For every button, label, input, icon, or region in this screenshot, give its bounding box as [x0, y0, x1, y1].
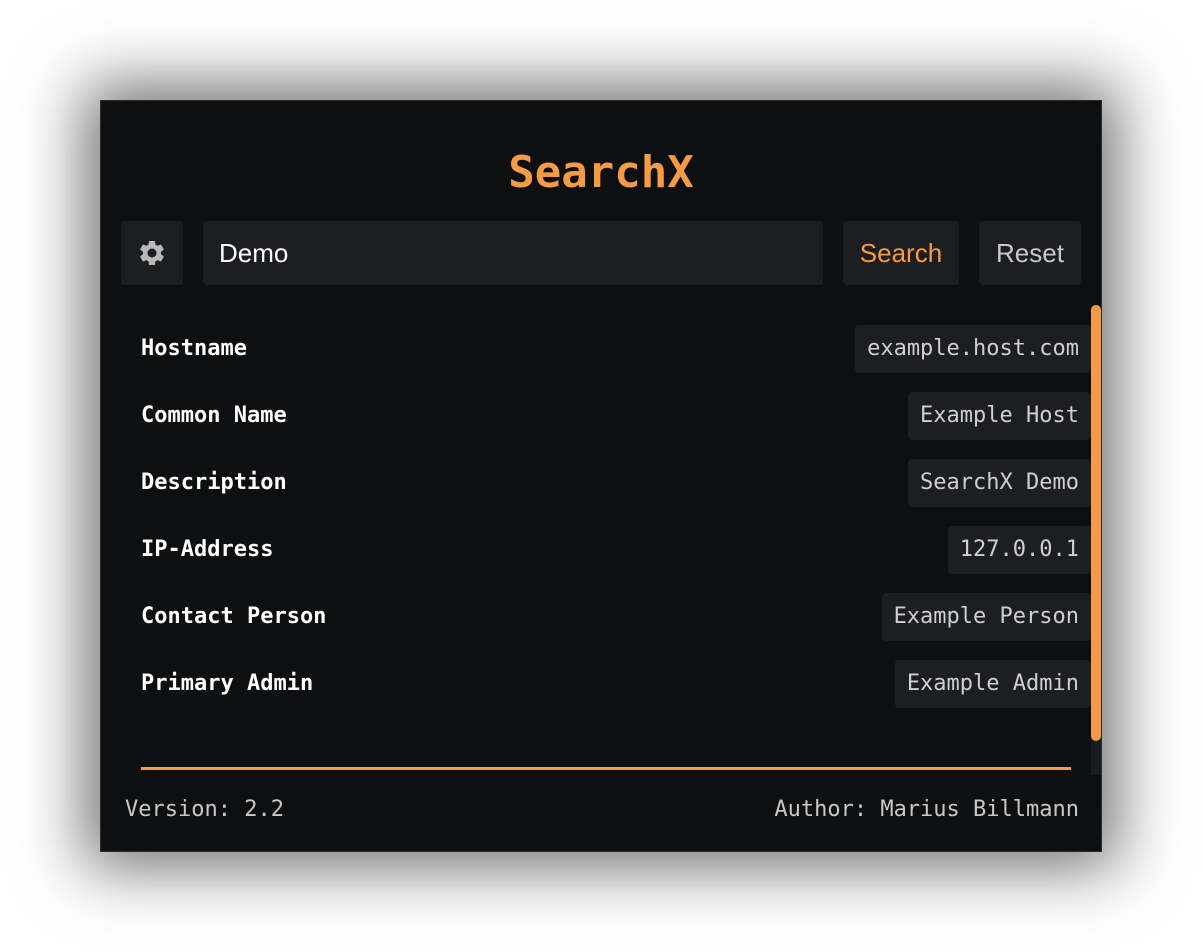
results-list: Hostname example.host.com Common Name Ex… — [121, 305, 1101, 775]
settings-button[interactable] — [121, 221, 183, 285]
footer-divider — [141, 767, 1071, 770]
field-label: Description — [141, 470, 287, 495]
result-row-hostname: Hostname example.host.com — [141, 325, 1091, 373]
field-label: Contact Person — [141, 604, 327, 629]
author-text: Author: Marius Billmann — [774, 797, 1079, 822]
scrollbar-thumb[interactable] — [1091, 305, 1101, 741]
search-button[interactable]: Search — [843, 221, 959, 285]
version-text: Version: 2.2 — [125, 797, 284, 822]
field-value[interactable]: Example Person — [881, 593, 1091, 641]
result-row-contact-person: Contact Person Example Person — [141, 593, 1091, 641]
field-label: Common Name — [141, 403, 287, 428]
field-label: IP-Address — [141, 537, 274, 562]
field-value[interactable]: 127.0.0.1 — [947, 526, 1091, 574]
field-label: Primary Admin — [141, 671, 314, 696]
result-row-primary-admin: Primary Admin Example Admin — [141, 660, 1091, 708]
search-input[interactable] — [203, 221, 823, 285]
field-label: Hostname — [141, 336, 247, 361]
result-row-common-name: Common Name Example Host — [141, 392, 1091, 440]
field-value[interactable]: Example Host — [908, 392, 1091, 440]
field-value[interactable]: Example Admin — [894, 660, 1091, 708]
gear-icon — [140, 240, 164, 266]
app-title: SearchX — [508, 147, 694, 198]
result-row-description: Description SearchX Demo — [141, 459, 1091, 507]
reset-button[interactable]: Reset — [979, 221, 1081, 285]
field-value[interactable]: SearchX Demo — [908, 459, 1091, 507]
app-window: SearchX Search Reset Hostname example.ho… — [100, 100, 1102, 852]
result-row-ip-address: IP-Address 127.0.0.1 — [141, 526, 1091, 574]
field-value[interactable]: example.host.com — [855, 325, 1091, 373]
